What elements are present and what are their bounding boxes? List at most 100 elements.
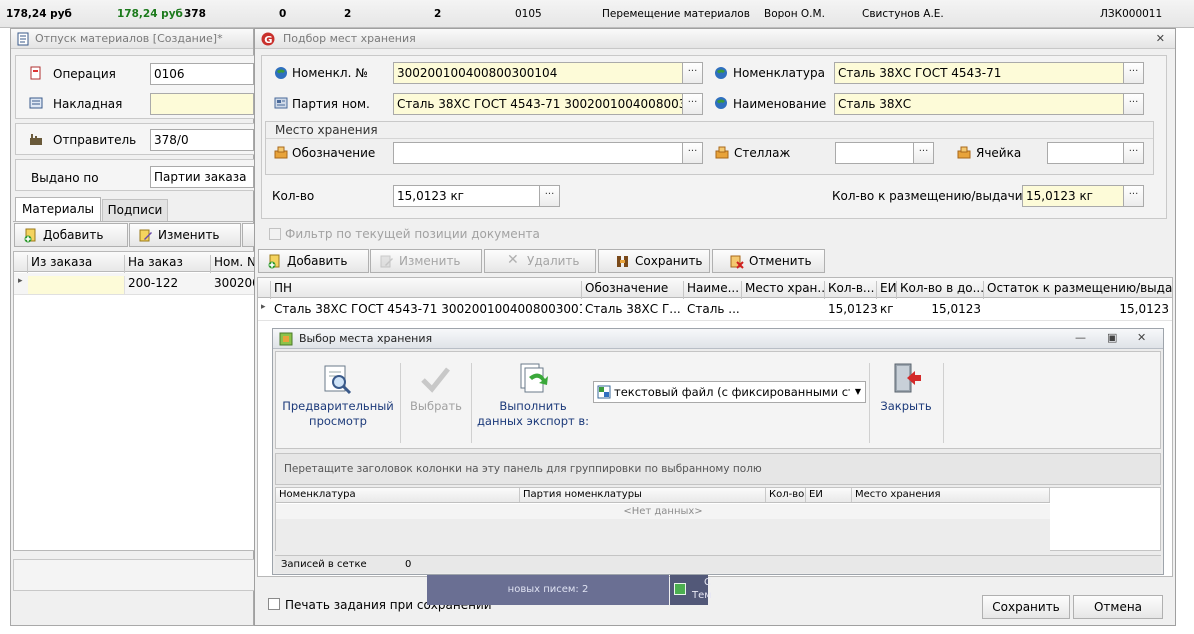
- issue-materials-window: Отпуск материалов [Создание]* Операция 0…: [10, 28, 255, 626]
- cell-storage-place: [742, 302, 825, 320]
- storage-save-button[interactable]: Сохранить: [598, 249, 710, 273]
- nomenclature-browse-button[interactable]: ···: [1124, 62, 1144, 84]
- cell-icon: [957, 146, 971, 159]
- sender-label: Отправитель: [53, 133, 137, 147]
- factory-icon: [30, 134, 42, 145]
- batch-field[interactable]: Сталь 38ХС ГОСТ 4543-71 3002001004008003…: [393, 93, 683, 115]
- table-row[interactable]: ▸ Сталь 38ХС ГОСТ 4543-71 30020010040080…: [258, 299, 1172, 321]
- rack-field[interactable]: [835, 142, 914, 164]
- storage-icon: [274, 146, 288, 159]
- batch-browse-button[interactable]: ···: [683, 93, 703, 115]
- designation-field[interactable]: [393, 142, 683, 164]
- globe-icon: [275, 67, 287, 79]
- qty-field[interactable]: 15,0123 кг: [393, 185, 540, 207]
- rack-label: Стеллаж: [734, 146, 791, 160]
- close-icon[interactable]: ✕: [1137, 331, 1146, 344]
- mail-notification[interactable]: новых писем: 2: [427, 575, 669, 605]
- nomen-no-browse-button[interactable]: ···: [683, 62, 703, 84]
- col-remaining[interactable]: Остаток к размещению/выдаче: [984, 281, 1172, 299]
- storage-group-label: Место хранения: [275, 123, 378, 137]
- qty-browse-button[interactable]: ···: [540, 185, 560, 207]
- row-indicator-header: [14, 255, 28, 273]
- select-button[interactable]: Выбрать: [403, 359, 469, 443]
- records-label: Записей в сетке: [281, 559, 367, 570]
- cell-pn: Сталь 38ХС ГОСТ 4543-71 3002001004008003…: [274, 302, 582, 316]
- invoice-field[interactable]: [150, 93, 254, 115]
- col-from-order[interactable]: Из заказа: [28, 255, 125, 273]
- col-designation[interactable]: Обозначение: [582, 281, 684, 299]
- col-storage-place[interactable]: Место хран...: [742, 281, 825, 299]
- col-to-order[interactable]: На заказ: [125, 255, 211, 273]
- taskbar-tail[interactable]: С Тем: [670, 575, 712, 605]
- table-row[interactable]: ▸ 200-122 300200: [14, 273, 254, 295]
- exit-door-icon: [894, 363, 921, 393]
- doc-number: ЛЗК000011: [1100, 8, 1163, 20]
- storage-cancel-button[interactable]: Отменить: [712, 249, 825, 273]
- name-field[interactable]: Сталь 38ХС: [834, 93, 1124, 115]
- qty-place-browse-button[interactable]: ···: [1124, 185, 1144, 207]
- batch-label: Партия ном.: [292, 97, 370, 111]
- materials-grid: Из заказа На заказ Ном. N ▸ 200-122 3002…: [13, 251, 255, 551]
- col-storage-place[interactable]: Место хранения: [852, 488, 1050, 502]
- print-task-checkbox[interactable]: [268, 598, 280, 610]
- edit-button[interactable]: Изменить: [129, 223, 241, 247]
- export-format-select[interactable]: текстовый файл (с фиксированными столб ▼: [593, 381, 866, 403]
- col-qty-doc[interactable]: Кол-во в до...: [897, 281, 984, 299]
- close-button[interactable]: Закрыть: [871, 359, 941, 443]
- save-button[interactable]: Сохранить: [982, 595, 1070, 619]
- issued-by-label: Выдано по: [31, 171, 99, 185]
- col-unit[interactable]: ЕИ: [877, 281, 897, 299]
- cancel-button[interactable]: Отмена: [1073, 595, 1163, 619]
- person-2: Свистунов А.Е.: [862, 8, 944, 20]
- storage-edit-button[interactable]: Изменить: [370, 249, 482, 273]
- col-unit[interactable]: ЕИ: [806, 488, 852, 502]
- filter-checkbox[interactable]: [269, 228, 281, 240]
- sender-field[interactable]: 378/0: [150, 129, 254, 151]
- col-pn[interactable]: ПН: [271, 281, 582, 299]
- batch-icon: [274, 97, 288, 109]
- operation-label: Операция: [53, 67, 116, 81]
- export-button[interactable]: Выполнить данных экспорт в:: [473, 359, 593, 443]
- nomen-no-field[interactable]: 30020010040080030010​4: [393, 62, 683, 84]
- count-1: 378: [184, 8, 206, 20]
- add-label: Добавить: [43, 228, 104, 242]
- close-icon[interactable]: ✕: [1156, 29, 1165, 48]
- name-label: Наименование: [733, 97, 827, 111]
- document-icon: [17, 32, 29, 46]
- empty-grid-area: [276, 519, 1050, 551]
- col-batch[interactable]: Партия номенклатуры: [520, 488, 766, 502]
- add-button[interactable]: Добавить: [14, 223, 128, 247]
- storage-delete-button[interactable]: ✕ Удалить: [484, 249, 596, 273]
- issued-by-field[interactable]: Партии заказа: [150, 166, 254, 188]
- tab-signatures[interactable]: Подписи: [102, 199, 168, 221]
- qty-place-field[interactable]: 15,0123 кг: [1022, 185, 1124, 207]
- operation-field[interactable]: 0106: [150, 63, 254, 85]
- col-nom-no[interactable]: Ном. N: [211, 255, 254, 273]
- storage-add-button[interactable]: Добавить: [258, 249, 369, 273]
- col-nomenclature[interactable]: Номенклатура: [276, 488, 520, 502]
- operation-icon: [30, 66, 41, 80]
- inner-window-title: Выбор места хранения: [299, 332, 433, 345]
- tab-materials-label: Материалы: [22, 202, 94, 216]
- col-qty[interactable]: Кол-во: [766, 488, 806, 502]
- col-name[interactable]: Наиме...: [684, 281, 742, 299]
- preview-button[interactable]: Предварительный просмотр: [281, 359, 395, 443]
- designation-browse-button[interactable]: ···: [683, 142, 703, 164]
- cell-remaining: 15,0123: [1119, 302, 1169, 316]
- cell-field[interactable]: [1047, 142, 1124, 164]
- group-by-panel[interactable]: Перетащите заголовок колонки на эту пане…: [275, 453, 1161, 485]
- svg-text:G: G: [264, 35, 272, 46]
- materials-grid-header: Из заказа На заказ Ном. N: [14, 252, 254, 273]
- count-2: 0: [279, 8, 287, 20]
- col-qty[interactable]: Кол-в...: [825, 281, 877, 299]
- cell-browse-button[interactable]: ···: [1124, 142, 1144, 164]
- cell-label: Ячейка: [976, 146, 1022, 160]
- maximize-icon[interactable]: ▣: [1107, 331, 1117, 344]
- nomenclature-field[interactable]: Сталь 38ХС ГОСТ 4543-71: [834, 62, 1124, 84]
- rack-browse-button[interactable]: ···: [914, 142, 934, 164]
- name-browse-button[interactable]: ···: [1124, 93, 1144, 115]
- minimize-icon[interactable]: —: [1075, 331, 1086, 344]
- tab-signatures-label: Подписи: [107, 203, 163, 217]
- tab-materials[interactable]: Материалы: [15, 197, 101, 221]
- inner-title-bar: Выбор места хранения — ▣ ✕: [273, 329, 1163, 349]
